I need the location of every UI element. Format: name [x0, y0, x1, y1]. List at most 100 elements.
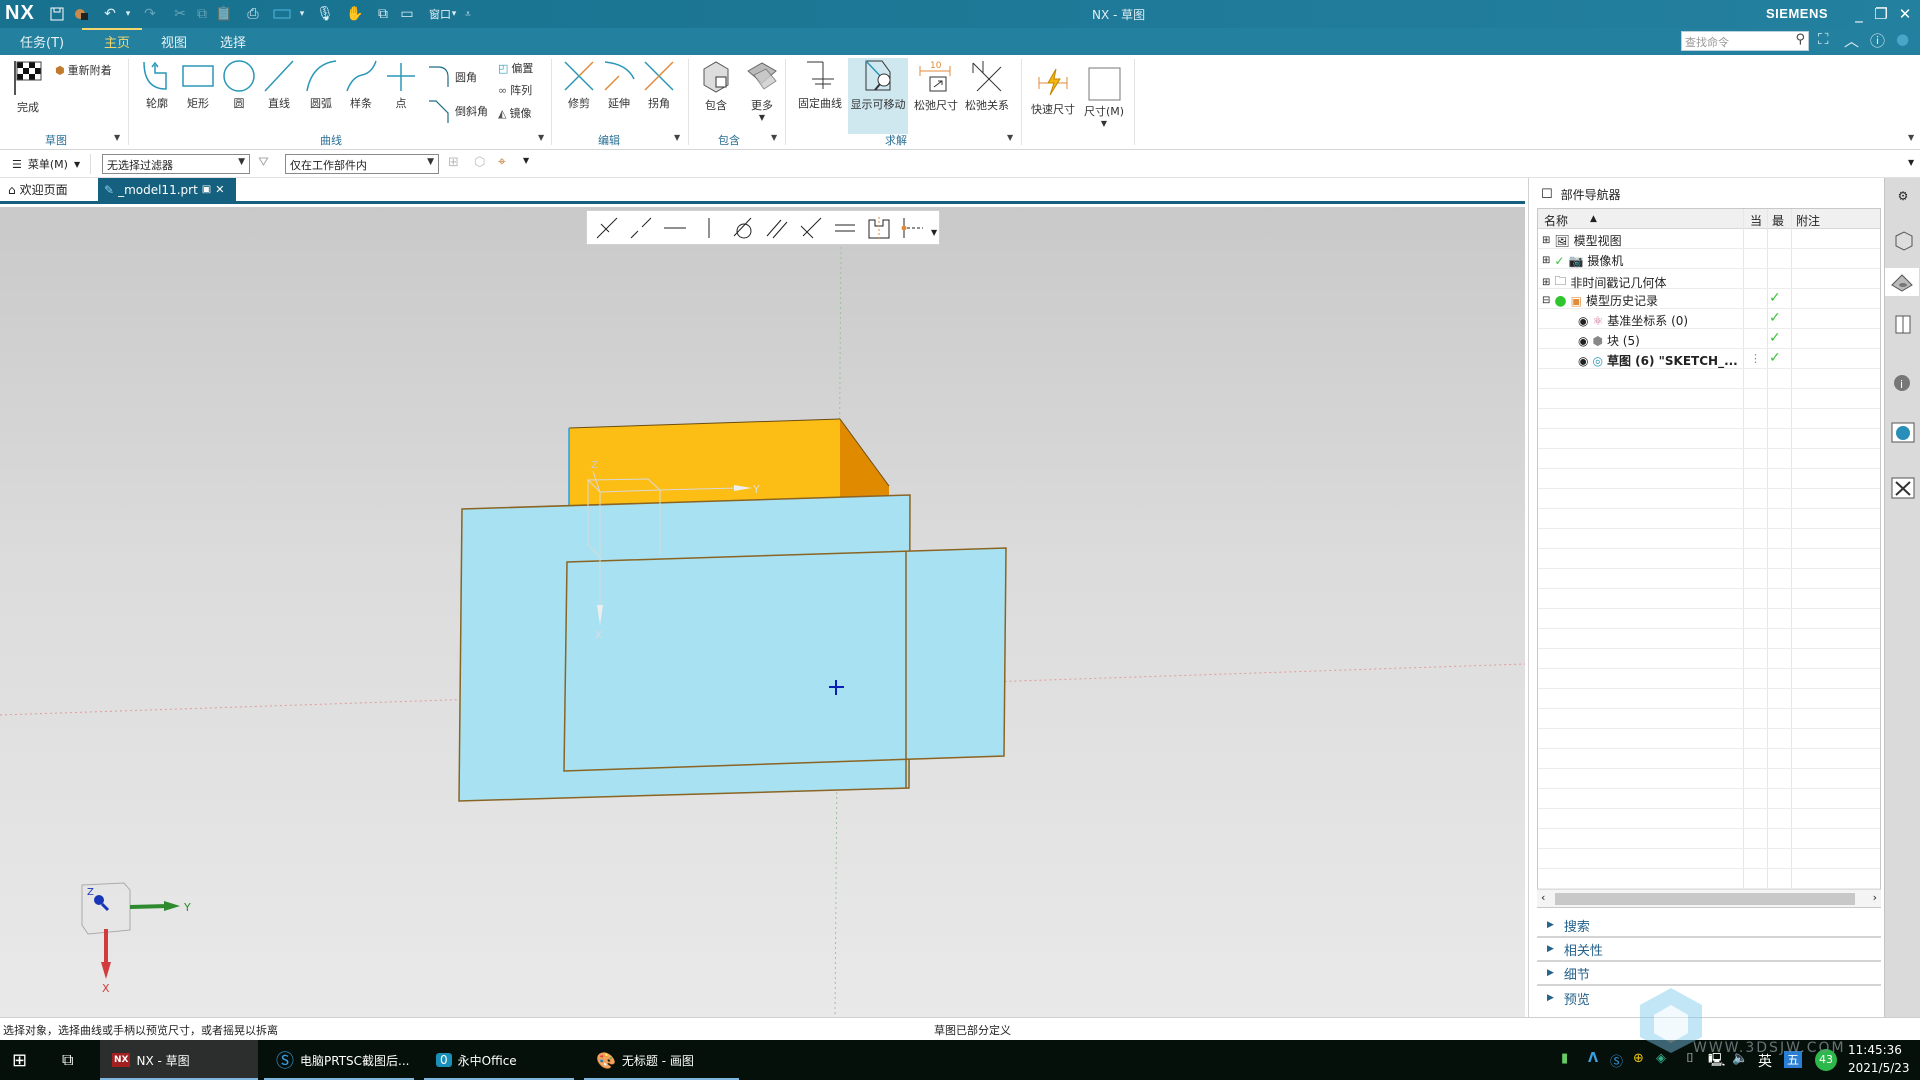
modified-icon[interactable]: ▣ — [202, 184, 211, 195]
constraint-toolbar-dropdown-icon[interactable]: ▼ — [931, 228, 937, 237]
parallel-icon[interactable] — [765, 216, 789, 240]
tangent-icon[interactable] — [731, 216, 755, 240]
cut-icon[interactable]: ✂ — [170, 4, 190, 24]
microphone-icon[interactable]: 🎙 — [315, 4, 335, 24]
datum-plane-front[interactable] — [563, 547, 1007, 772]
fillet-button[interactable]: 圆角 — [428, 65, 477, 89]
snap-dropdown-icon[interactable]: ▼ — [523, 156, 529, 165]
redo-icon[interactable]: ↷ — [140, 4, 160, 24]
tree-row-camera[interactable]: ⊞ ✓ 📷 摄像机 — [1538, 249, 1880, 269]
show-movable-button[interactable]: 显示可移动 — [848, 58, 908, 134]
filterbar-options-icon[interactable]: ▼ — [1908, 158, 1914, 167]
help-icon[interactable]: ⓘ — [1870, 30, 1885, 51]
customize-qat-icon[interactable]: ⩡ — [458, 4, 478, 24]
information-icon[interactable]: i — [1889, 368, 1917, 396]
relax-relation-button[interactable]: 松弛关系 — [962, 59, 1012, 113]
clock-date[interactable]: 2021/5/23 — [1848, 1061, 1910, 1075]
snap-point-icon[interactable]: ⌖ — [498, 154, 506, 170]
reuse-library-icon[interactable] — [1889, 310, 1917, 338]
equal-length-icon[interactable] — [833, 216, 857, 240]
window-icon[interactable]: ▭ — [397, 4, 417, 24]
section-details[interactable]: ▶ 细节 — [1537, 962, 1881, 986]
restore-button[interactable]: ❐ — [1870, 3, 1892, 25]
dimension-dropdown-icon[interactable]: ▼ — [1082, 119, 1126, 128]
column-comment[interactable]: 附注 — [1796, 212, 1820, 229]
ribbon-options-icon[interactable]: ▼ — [1908, 133, 1914, 142]
tab-view[interactable]: 视图 — [157, 32, 191, 51]
line-button[interactable]: 直线 — [262, 59, 296, 111]
midpoint-icon[interactable] — [901, 216, 925, 240]
tree-row-model-history[interactable]: ⊟ ● ▣ 模型历史记录 ✓ — [1538, 289, 1880, 309]
group-edit-more-icon[interactable]: ▼ — [674, 133, 680, 142]
section-preview[interactable]: ▶ 预览 — [1537, 986, 1881, 1010]
sort-ascending-icon[interactable]: ▲ — [1590, 214, 1597, 224]
scroll-left-icon[interactable]: ‹ — [1541, 891, 1545, 904]
view-triad[interactable]: Z Y X — [81, 882, 191, 995]
circle-button[interactable]: 圆 — [222, 59, 256, 111]
reset-filter-icon[interactable]: ⛛ — [258, 155, 269, 170]
scroll-right-icon[interactable]: › — [1873, 891, 1877, 904]
touch-mode-icon[interactable]: ✋ — [345, 4, 365, 24]
block-face-side[interactable] — [840, 419, 889, 507]
tree-row-block[interactable]: ◉ ⬢ 块 (5) ✓ — [1538, 329, 1880, 349]
tab-welcome-page[interactable]: ⌂ 欢迎页面 — [2, 178, 74, 201]
tree-row-sketch[interactable]: ◉ ◎ 草图 (6) "SKETCH_... ⋮ ✓ — [1538, 349, 1880, 369]
shape-dropdown-icon[interactable]: ▾ — [292, 4, 312, 24]
close-tab-icon[interactable]: ✕ — [215, 183, 224, 196]
part-navigator-tree[interactable]: 名称 ▲ 当 最 附注 ⊞ 🖼 模型视图 ⊞ ✓ 📷 摄像机 ⊞ 🗀 非时间戳记几何体 ⊟ ● ▣… — [1537, 208, 1881, 908]
group-solve-more-icon[interactable]: ▼ — [1007, 133, 1013, 142]
tree-horizontal-scrollbar[interactable]: ‹ › — [1537, 889, 1881, 907]
expand-icon[interactable]: ⊞ — [1542, 235, 1550, 246]
section-dependencies[interactable]: ▶ 相关性 — [1537, 938, 1881, 962]
rapid-dimension-button[interactable]: 快速尺寸 — [1028, 67, 1078, 117]
include-button[interactable]: 包含 — [696, 59, 736, 113]
reattach-button[interactable]: ⬢ 重新附着 — [55, 62, 112, 78]
collapse-ribbon-icon[interactable]: ︿ — [1844, 30, 1859, 51]
part-navigator-tab-icon[interactable] — [1885, 268, 1919, 296]
visibility-eye-icon[interactable]: ◉ — [1578, 334, 1588, 348]
graphics-viewport[interactable]: Y X Z Z Y X ▼ — [0, 207, 1525, 1017]
offset-button[interactable]: ◰ 偏置 — [498, 60, 533, 76]
trim-button[interactable]: 修剪 — [560, 59, 598, 111]
scrollbar-thumb[interactable] — [1555, 893, 1855, 905]
section-search[interactable]: ▶ 搜索 — [1537, 914, 1881, 938]
component-select-icon[interactable]: ⊞ — [448, 155, 459, 170]
dimension-button[interactable]: 尺寸(M) ▼ — [1082, 67, 1126, 128]
vertical-icon[interactable] — [697, 216, 721, 240]
collapse-icon[interactable]: ⊟ — [1542, 295, 1550, 306]
column-current[interactable]: 当 — [1750, 212, 1762, 229]
taskbar-app-paint[interactable]: 🎨 无标题 - 画图 — [584, 1040, 739, 1080]
settings-gear-icon[interactable]: ⚙ — [1889, 182, 1917, 210]
windows-start-icon[interactable]: ⊞ — [12, 1050, 27, 1071]
type-filter-select[interactable]: 无选择过滤器 ▼ — [102, 154, 250, 174]
copy-icon[interactable]: ⧉ — [192, 4, 212, 24]
scope-filter-select[interactable]: 仅在工作部件内 ▼ — [285, 154, 439, 174]
close-button[interactable]: ✕ — [1894, 3, 1916, 25]
group-curve-more-icon[interactable]: ▼ — [538, 133, 544, 142]
symmetric-icon[interactable] — [867, 216, 891, 240]
window-cascade-icon[interactable]: ⧉ — [373, 4, 393, 24]
taskbar-app-screenshot[interactable]: Ⓢ 电脑PRTSC截图后... — [264, 1040, 419, 1080]
body-select-icon[interactable]: ⬡ — [474, 155, 485, 170]
save-all-icon[interactable] — [71, 4, 91, 24]
point-on-curve-icon[interactable] — [595, 216, 619, 240]
window-shape-icon[interactable] — [272, 4, 292, 24]
extend-button[interactable]: 延伸 — [600, 59, 638, 111]
roles-tools-icon[interactable] — [1889, 473, 1917, 501]
collinear-icon[interactable] — [629, 216, 653, 240]
model-view[interactable]: Y X Z Z Y X — [0, 207, 1525, 1017]
pattern-button[interactable]: ∞ 阵列 — [498, 82, 532, 98]
save-icon[interactable] — [47, 4, 67, 24]
tree-row-datum-csys[interactable]: ◉ ⚛ 基准坐标系 (0) ✓ — [1538, 309, 1880, 329]
expand-icon[interactable]: ⊞ — [1542, 277, 1550, 288]
tab-model11[interactable]: ✎ _model11.prt ▣ ✕ — [98, 178, 236, 201]
taskbar-app-nx[interactable]: NX NX - 草图 — [100, 1040, 258, 1080]
fix-curve-button[interactable]: 固定曲线 — [794, 59, 846, 111]
sogou-tray-icon[interactable]: Ⓢ — [1610, 1051, 1623, 1070]
tab-home[interactable]: 主页 — [100, 32, 134, 51]
minimize-button[interactable]: _ — [1848, 3, 1870, 25]
more-button[interactable]: 更多 ▼ — [742, 59, 782, 122]
point-button[interactable]: 点 — [384, 59, 418, 111]
group-sketch-more-icon[interactable]: ▼ — [114, 133, 120, 142]
pin-panel-icon[interactable]: ☐ — [1541, 187, 1553, 202]
